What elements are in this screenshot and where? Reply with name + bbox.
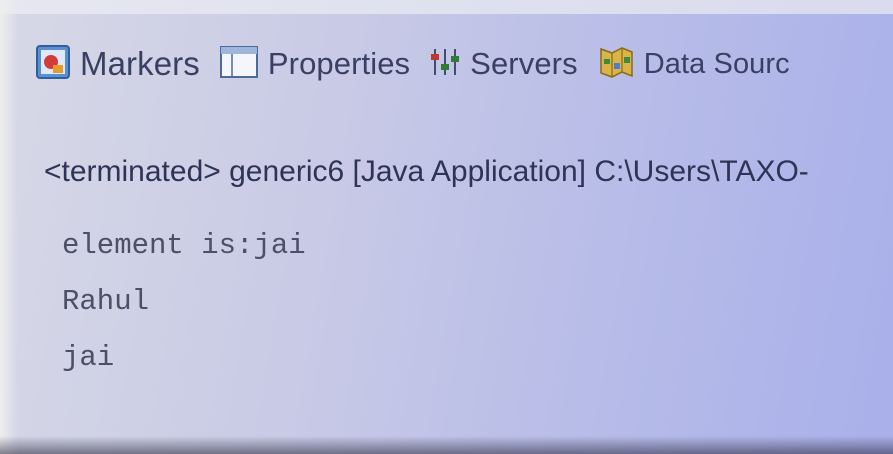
tab-label: Markers xyxy=(80,45,200,82)
console-line: Rahul xyxy=(62,285,150,318)
view-tab-bar: Markers Properties Servers Data Sourc xyxy=(36,36,810,92)
console-status-header: <terminated> generic6 [Java Application]… xyxy=(44,155,809,188)
eclipse-console-view: Markers Properties Servers Data Sourc <t… xyxy=(0,0,893,454)
console-line: element is:jai xyxy=(62,229,306,262)
data-source-icon xyxy=(598,45,634,84)
markers-icon xyxy=(36,44,70,84)
bottom-shadow xyxy=(0,436,893,454)
tab-properties[interactable]: Properties xyxy=(219,45,411,83)
tab-data-source-explorer[interactable]: Data Sourc xyxy=(598,45,790,84)
tab-label: Data Sourc xyxy=(643,47,790,80)
left-edge xyxy=(0,0,18,454)
console-output[interactable]: element is:jai Rahul jai xyxy=(62,218,306,386)
properties-icon xyxy=(219,45,258,83)
console-line: jai xyxy=(62,341,115,374)
tab-markers[interactable]: Markers xyxy=(36,44,200,84)
tab-servers[interactable]: Servers xyxy=(430,46,578,83)
tab-label: Servers xyxy=(470,46,578,81)
servers-icon xyxy=(430,46,460,83)
tab-label: Properties xyxy=(267,46,411,81)
top-edge xyxy=(0,0,893,14)
